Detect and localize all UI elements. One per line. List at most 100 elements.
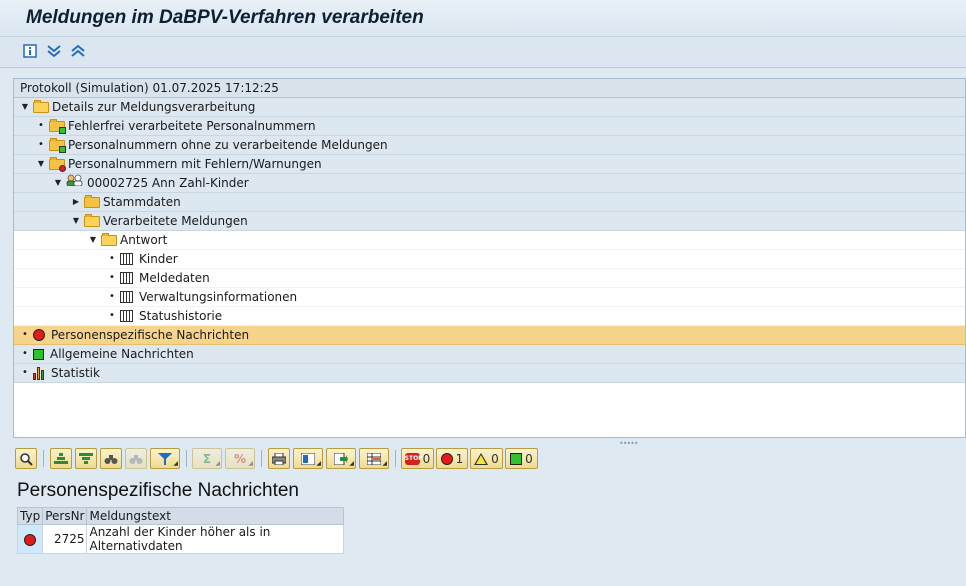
views-button[interactable]: ◢ bbox=[293, 448, 323, 469]
printer-icon bbox=[272, 452, 286, 465]
filter-stop-button[interactable]: STOP 0 bbox=[401, 448, 434, 469]
messages-pane: Personenspezifische Nachrichten Typ Pers… bbox=[13, 471, 966, 586]
error-count: 1 bbox=[455, 451, 464, 466]
success-green-icon bbox=[33, 348, 44, 360]
leaf-bullet-icon: • bbox=[109, 310, 115, 321]
tree-node-statushistorie[interactable]: • Statushistorie bbox=[14, 307, 965, 326]
folder-red-icon bbox=[49, 156, 66, 172]
toolbar-separator bbox=[261, 450, 262, 467]
subtotal-button[interactable]: % ◢ bbox=[225, 448, 255, 469]
application-toolbar bbox=[0, 37, 966, 68]
filter-warning-button[interactable]: 0 bbox=[470, 448, 503, 469]
info-icon[interactable] bbox=[22, 43, 38, 59]
row-type-cell[interactable] bbox=[16, 524, 44, 554]
messages-title: Personenspezifische Nachrichten bbox=[17, 480, 299, 501]
leaf-bullet-icon: • bbox=[22, 367, 28, 378]
expanded-arrow-icon[interactable]: ▼ bbox=[53, 174, 63, 192]
success-count: 0 bbox=[525, 451, 533, 466]
warning-triangle-icon bbox=[474, 452, 489, 465]
details-button[interactable] bbox=[15, 448, 37, 469]
dropdown-arrow-icon[interactable]: ◢ bbox=[173, 460, 178, 467]
table-icon bbox=[120, 253, 133, 265]
dropdown-arrow-icon[interactable]: ◢ bbox=[215, 460, 220, 467]
tree-node-label: Antwort bbox=[120, 233, 168, 247]
tree-node-meldedaten[interactable]: • Meldedaten bbox=[14, 269, 965, 288]
message-toolbar: ◢ Σ ◢ % ◢ ◢ ◢ ◢ STOP 0 1 0 0 bbox=[13, 447, 966, 471]
collapsed-arrow-icon[interactable]: ▶ bbox=[71, 193, 81, 211]
sort-descending-icon bbox=[79, 452, 93, 464]
dropdown-arrow-icon[interactable]: ◢ bbox=[316, 460, 321, 467]
expanded-arrow-icon[interactable]: ▼ bbox=[36, 155, 46, 173]
tree-node-antwort[interactable]: ▼ Antwort bbox=[14, 231, 965, 250]
export-button[interactable]: ◢ bbox=[326, 448, 356, 469]
error-red-icon bbox=[440, 452, 453, 465]
messages-table: Typ PersNr Meldungstext 2725 Anzahl der … bbox=[16, 507, 345, 554]
toolbar-separator bbox=[395, 450, 396, 467]
sort-ascending-button[interactable] bbox=[50, 448, 72, 469]
tree-node-kinder[interactable]: • Kinder bbox=[14, 250, 965, 269]
print-button[interactable] bbox=[268, 448, 290, 469]
folder-icon bbox=[84, 194, 100, 208]
toolbar-separator bbox=[43, 450, 44, 467]
tree-node-personenspezifische-nachrichten[interactable]: • Personenspezifische Nachrichten bbox=[14, 326, 965, 345]
log-tree: Protokoll (Simulation) 01.07.2025 17:12:… bbox=[13, 78, 966, 438]
find-next-button[interactable] bbox=[125, 448, 147, 469]
column-header-persnr[interactable]: PersNr bbox=[42, 507, 88, 525]
tree-node-statistik[interactable]: • Statistik bbox=[14, 364, 965, 383]
collapse-all-icon[interactable] bbox=[70, 43, 86, 59]
row-text-cell[interactable]: Anzahl der Kinder höher als in Alternati… bbox=[86, 524, 345, 554]
stop-icon: STOP bbox=[404, 452, 423, 465]
expanded-arrow-icon[interactable]: ▼ bbox=[88, 231, 98, 249]
pane-splitter[interactable]: ••••• bbox=[13, 438, 966, 448]
success-green-icon bbox=[510, 452, 523, 465]
dropdown-arrow-icon[interactable]: ◢ bbox=[248, 460, 253, 467]
tree-node-label: Stammdaten bbox=[103, 195, 181, 209]
table-row[interactable]: 2725 Anzahl der Kinder höher als in Alte… bbox=[16, 524, 345, 554]
tree-node-label: Personalnummern mit Fehlern/Warnungen bbox=[68, 157, 322, 171]
tree-node-ohne-meldungen[interactable]: • Personalnummern ohne zu verarbeitende … bbox=[14, 136, 965, 155]
filter-success-button[interactable]: 0 bbox=[505, 448, 538, 469]
row-persnr-cell[interactable]: 2725 bbox=[42, 524, 88, 554]
binoculars-next-icon bbox=[129, 454, 143, 464]
tree-node-allgemeine-nachrichten[interactable]: • Allgemeine Nachrichten bbox=[14, 345, 965, 364]
filter-button[interactable]: ◢ bbox=[150, 448, 180, 469]
toolbar-separator bbox=[186, 450, 187, 467]
tree-node-details[interactable]: ▼ Details zur Meldungsverarbeitung bbox=[14, 98, 965, 117]
layout-grid-icon bbox=[367, 452, 381, 465]
table-header-row: Typ PersNr Meldungstext bbox=[16, 507, 345, 525]
column-header-meldungstext[interactable]: Meldungstext bbox=[86, 507, 345, 525]
tree-node-fehlerfrei[interactable]: • Fehlerfrei verarbeitete Personalnummer… bbox=[14, 117, 965, 136]
leaf-bullet-icon: • bbox=[109, 253, 115, 264]
expand-all-icon[interactable] bbox=[46, 43, 62, 59]
total-button[interactable]: Σ ◢ bbox=[192, 448, 222, 469]
export-icon bbox=[334, 452, 348, 465]
column-header-typ[interactable]: Typ bbox=[16, 507, 44, 525]
tree-node-stammdaten[interactable]: ▶ Stammdaten bbox=[14, 193, 965, 212]
tree-node-person[interactable]: ▼ 00002725 Ann Zahl-Kinder bbox=[14, 174, 965, 193]
tree-node-verwaltungsinformationen[interactable]: • Verwaltungsinformationen bbox=[14, 288, 965, 307]
leaf-bullet-icon: • bbox=[22, 329, 28, 340]
folder-green-icon bbox=[49, 137, 66, 153]
filter-error-button[interactable]: 1 bbox=[436, 448, 468, 469]
folder-green-icon bbox=[49, 118, 66, 134]
tree-node-label: Personenspezifische Nachrichten bbox=[51, 328, 250, 342]
tree-node-fehler-warnungen[interactable]: ▼ Personalnummern mit Fehlern/Warnungen bbox=[14, 155, 965, 174]
error-red-icon bbox=[24, 533, 37, 546]
tree-node-verarbeitete-meldungen[interactable]: ▼ Verarbeitete Meldungen bbox=[14, 212, 965, 231]
filter-icon bbox=[158, 452, 172, 465]
sort-descending-button[interactable] bbox=[75, 448, 97, 469]
expanded-arrow-icon[interactable]: ▼ bbox=[71, 212, 81, 230]
layout-button[interactable]: ◢ bbox=[359, 448, 389, 469]
leaf-bullet-icon: • bbox=[38, 139, 44, 150]
find-button[interactable] bbox=[100, 448, 122, 469]
leaf-bullet-icon: • bbox=[109, 291, 115, 302]
expanded-arrow-icon[interactable]: ▼ bbox=[20, 98, 30, 116]
statistics-chart-icon bbox=[33, 366, 47, 380]
dropdown-arrow-icon[interactable]: ◢ bbox=[349, 460, 354, 467]
dropdown-arrow-icon[interactable]: ◢ bbox=[382, 460, 387, 467]
tree-node-label: Verarbeitete Meldungen bbox=[103, 214, 248, 228]
tree-node-label: Statushistorie bbox=[139, 309, 223, 323]
tree-node-label: Verwaltungsinformationen bbox=[139, 290, 298, 304]
magnifier-icon bbox=[20, 452, 33, 466]
subtotal-icon: % bbox=[233, 451, 247, 466]
